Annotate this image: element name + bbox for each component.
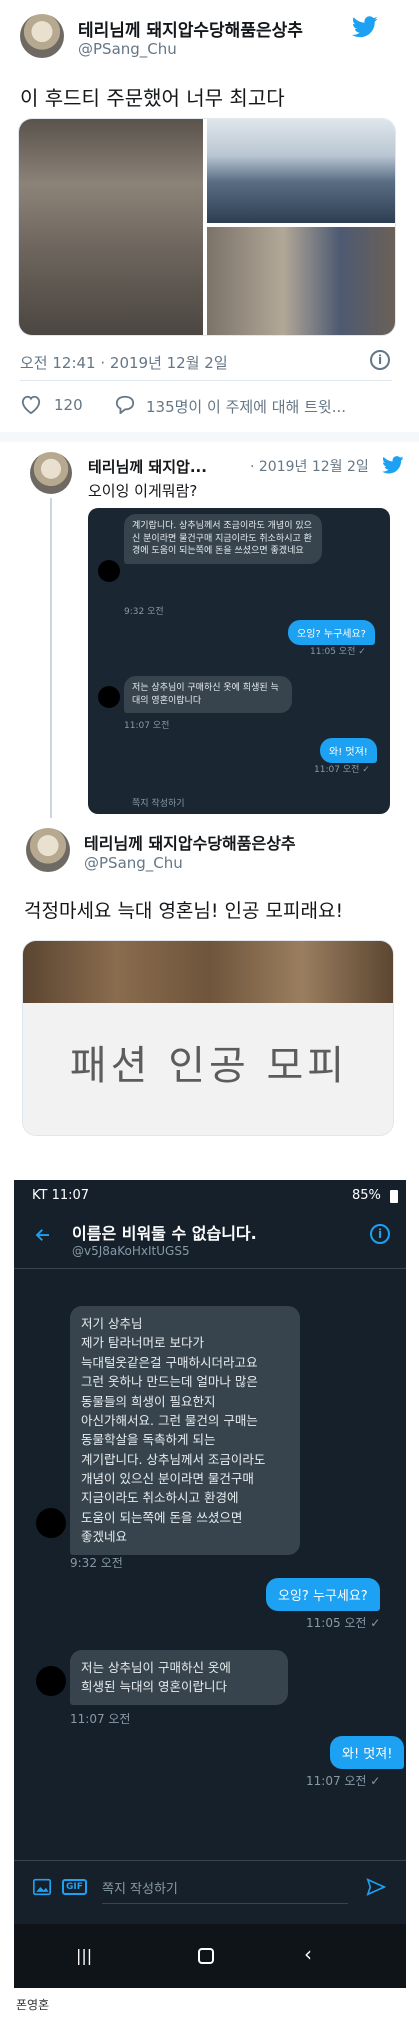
- divider: [20, 380, 392, 381]
- conversation-handle: @v5J8aKoHxItUGS5: [72, 1244, 190, 1258]
- dm-time: 11:05 오전 ✓: [306, 1616, 381, 1630]
- avatar[interactable]: [26, 828, 70, 872]
- gif-button[interactable]: GIF: [62, 1879, 87, 1895]
- mountain-lake-photo[interactable]: [207, 119, 395, 223]
- heart-icon[interactable]: [20, 394, 42, 414]
- compose-divider: [14, 1860, 406, 1861]
- tweet-media[interactable]: [18, 118, 396, 336]
- hoodie-photo[interactable]: [19, 119, 203, 335]
- home-icon[interactable]: [198, 1948, 214, 1964]
- sender-avatar: [98, 686, 120, 708]
- sender-avatar: [36, 1508, 66, 1538]
- author-name[interactable]: 테리님께 돼지압수당해품은상추: [84, 830, 296, 854]
- author-name[interactable]: 테리님께 돼지압수당해품은상추: [78, 16, 303, 41]
- dm-time: 11:07 오전 ✓: [306, 1774, 381, 1788]
- twitter-bird-icon: [352, 16, 378, 38]
- timestamp[interactable]: 오전 12:41 · 2019년 12월 2일: [20, 352, 228, 373]
- comment-icon[interactable]: [114, 394, 136, 414]
- back-arrow-icon[interactable]: [34, 1226, 52, 1244]
- tweet-text: 이 후드티 주문했어 너무 최고다: [20, 86, 285, 110]
- info-icon[interactable]: i: [370, 1224, 390, 1244]
- tweet-text: 오이잉 이게뭐람?: [88, 482, 198, 500]
- label-text: 패션 인공 모피: [69, 1043, 349, 1089]
- dm-message: 계기랍니다. 상추님께서 조금이라도 개념이 있으신 분이라면 물건구매 지금이…: [124, 514, 322, 564]
- fur-swatch: [23, 941, 393, 1003]
- recent-apps-icon[interactable]: |||: [76, 1946, 92, 1965]
- dm-time: 11:07 오전 ✓: [314, 765, 370, 775]
- author-handle[interactable]: @PSang_Chu: [78, 40, 177, 58]
- phone-screen: KT 11:07 85% 이름은 비워둘 수 없습니다. @v5J8aKoHxI…: [14, 1180, 406, 1988]
- sender-avatar: [98, 560, 120, 582]
- back-nav-icon[interactable]: ‹: [304, 1942, 312, 1966]
- caption: 폰영혼: [16, 1998, 50, 2012]
- image-icon[interactable]: [32, 1878, 52, 1896]
- sender-avatar: [36, 1666, 66, 1696]
- compose-input[interactable]: 쪽지 작성하기: [102, 1878, 348, 1904]
- dm-message: 저는 상추님이 구매하신 옷에 희생된 늑대의 영혼이랍니다: [70, 1650, 288, 1705]
- dm-message-out: 오잉? 누구세요?: [266, 1578, 380, 1611]
- dm-message: 저기 상추님 제가 탐라너머로 보다가 늑대털옷같은걸 구매하시더라고요 그런 …: [70, 1306, 300, 1555]
- dm-message-out: 와! 멋져!: [330, 1736, 405, 1769]
- tweet-text: 걱정마세요 늑대 영혼님! 인공 모피래요!: [24, 900, 344, 922]
- thread-line: [50, 498, 52, 818]
- dm-time: 11:07 오전: [70, 1712, 131, 1726]
- wolf-back-photo[interactable]: [207, 227, 395, 335]
- header-divider: [14, 1268, 406, 1269]
- talking-about[interactable]: 135명이 이 주제에 대해 트윗...: [146, 396, 346, 417]
- avatar[interactable]: [30, 452, 72, 494]
- send-icon[interactable]: [366, 1878, 386, 1896]
- dm-message: 저는 상추님이 구매하신 옷에 희생된 늑대의 영혼이랍니다: [124, 676, 292, 714]
- dm-screenshot[interactable]: 계기랍니다. 상추님께서 조금이라도 개념이 있으신 분이라면 물건구매 지금이…: [88, 508, 390, 814]
- info-icon[interactable]: i: [370, 350, 390, 370]
- dm-time: 11:05 오전 ✓: [310, 647, 366, 657]
- dm-message-out: 오잉? 누구세요?: [288, 620, 375, 645]
- dm-time: 9:32 오전: [70, 1556, 123, 1570]
- avatar[interactable]: [20, 14, 64, 58]
- twitter-bird-icon: [382, 456, 404, 474]
- divider: [0, 432, 419, 442]
- battery-level: 85%: [352, 1188, 381, 1203]
- tweet-media[interactable]: 패션 인공 모피: [22, 940, 394, 1136]
- author-name[interactable]: 테리님께 돼지압...: [88, 456, 207, 477]
- battery-icon: [390, 1190, 398, 1203]
- dm-compose[interactable]: 쪽지 작성하기: [132, 796, 185, 809]
- dm-message-out: 와! 멋져!: [320, 738, 377, 763]
- conversation-title: 이름은 비워둘 수 없습니다.: [72, 1224, 257, 1243]
- author-handle[interactable]: @PSang_Chu: [84, 854, 183, 872]
- dm-time: 11:07 오전: [124, 721, 170, 731]
- dm-time: 9:32 오전: [124, 607, 164, 617]
- status-time: KT 11:07: [32, 1188, 90, 1203]
- like-count: 120: [54, 396, 83, 414]
- tweet-date[interactable]: · 2019년 12월 2일: [250, 456, 369, 476]
